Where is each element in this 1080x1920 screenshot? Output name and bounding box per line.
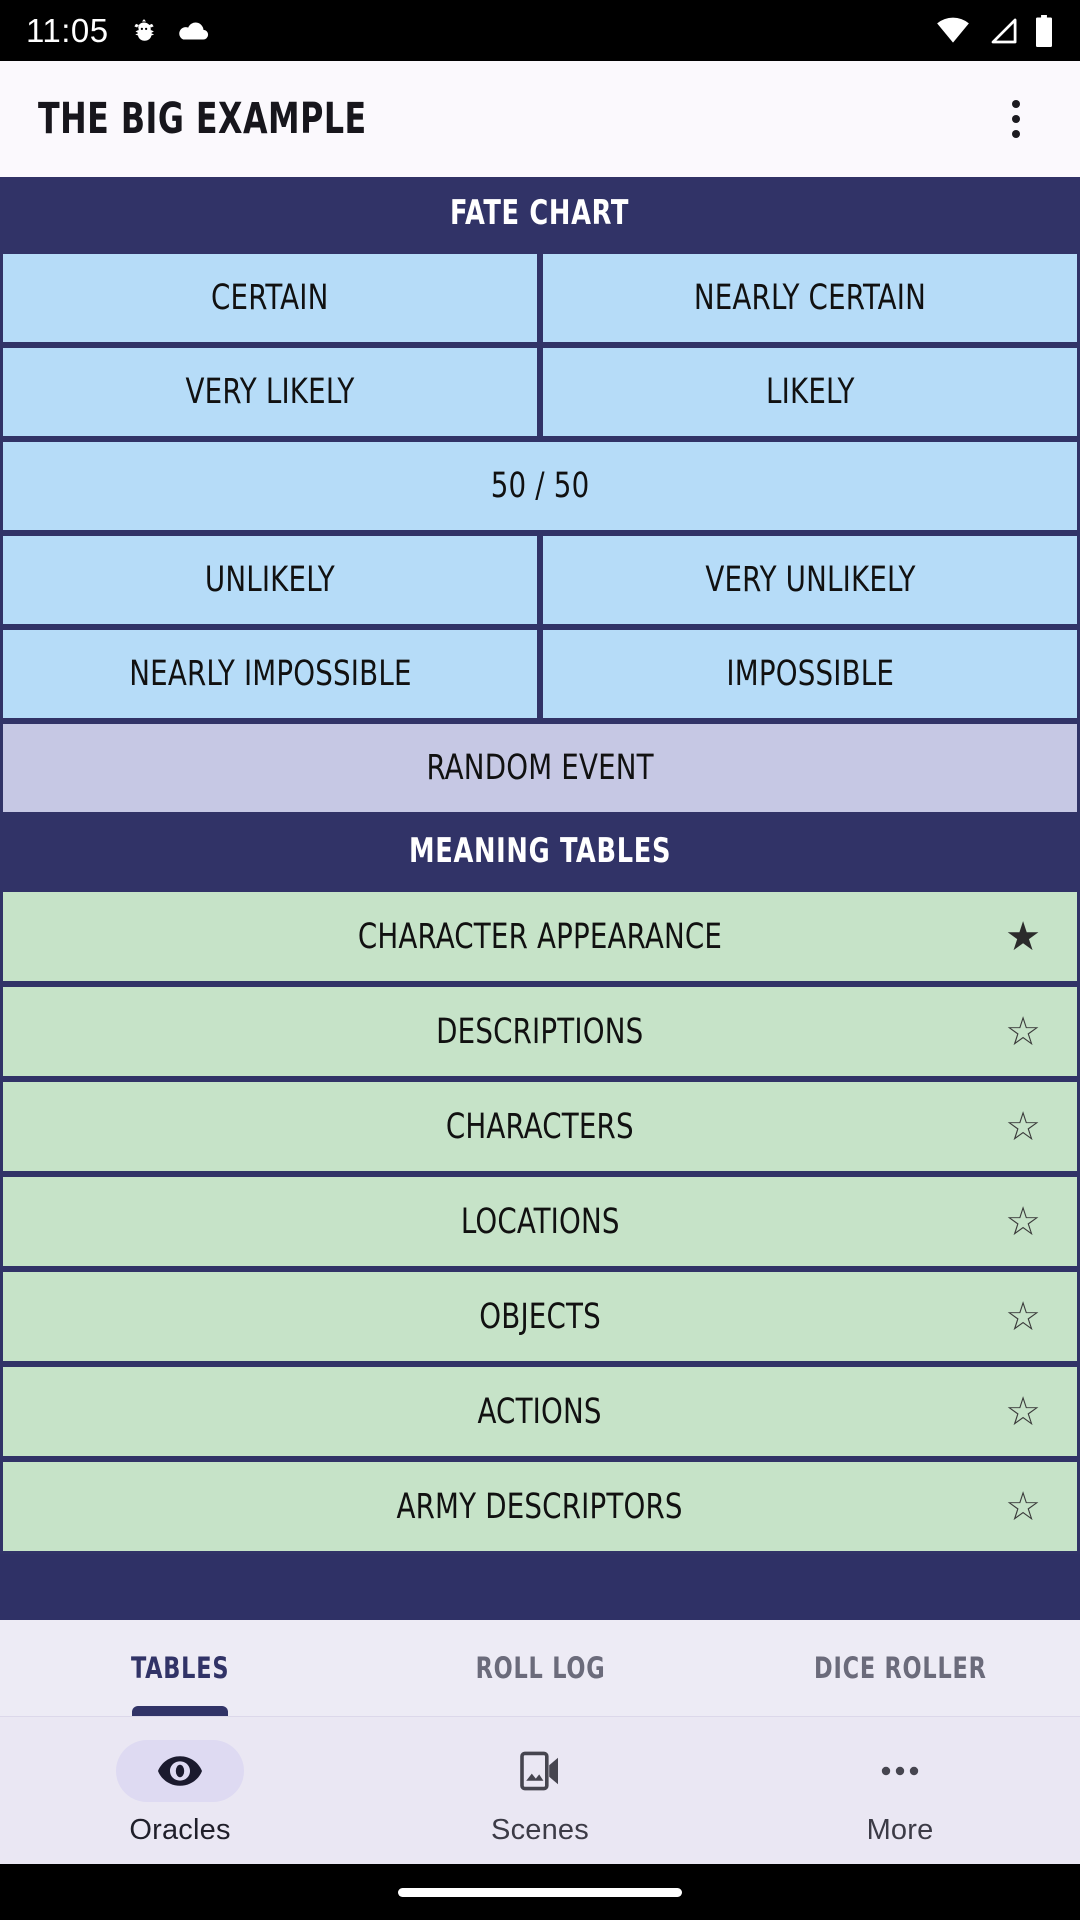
tab-dice-roller[interactable]: DICE ROLLER [720, 1620, 1080, 1716]
fate-odds-button[interactable]: VERY UNLIKELY [540, 533, 1080, 627]
more-vertical-icon[interactable] [988, 91, 1044, 147]
fate-odds-label: LIKELY [765, 372, 855, 412]
meaning-table-label: DESCRIPTIONS [436, 1011, 644, 1052]
tab-roll-log[interactable]: ROLL LOG [360, 1620, 720, 1716]
meaning-table-row[interactable]: DESCRIPTIONS ☆ [0, 984, 1080, 1079]
meaning-table-row[interactable]: CHARACTERS ☆ [0, 1079, 1080, 1174]
battery-icon [1036, 14, 1052, 47]
fate-odds-label: VERY UNLIKELY [704, 560, 916, 600]
status-bar-system-icons [936, 14, 1054, 47]
tab-label: TABLES [130, 1651, 230, 1685]
meaning-table-label: ACTIONS [477, 1391, 603, 1432]
nav-icon-slot [476, 1740, 604, 1802]
meaning-table-row[interactable]: ARMY DESCRIPTORS ☆ [0, 1459, 1080, 1554]
app-bar: THE BIG EXAMPLE [0, 61, 1080, 177]
meaning-tables-list: CHARACTER APPEARANCE ★ DESCRIPTIONS ☆ CHARAC… [0, 889, 1080, 1554]
status-bar-notification-icons [129, 16, 211, 46]
page-title: THE BIG EXAMPLE [38, 94, 367, 144]
fate-odds-label: RANDOM EVENT [426, 748, 654, 788]
meaning-table-label: LOCATIONS [460, 1201, 620, 1242]
fate-odds-label: VERY LIKELY [185, 372, 355, 412]
meaning-table-label: ARMY DESCRIPTORS [396, 1486, 684, 1527]
overflow-dot [1012, 115, 1020, 123]
meaning-table-row[interactable]: LOCATIONS ☆ [0, 1174, 1080, 1269]
tab-tables[interactable]: TABLES [0, 1620, 360, 1716]
section-tab-bar: TABLES ROLL LOG DICE ROLLER [0, 1620, 1080, 1716]
bottom-navigation-bar: Oracles Scenes More [0, 1716, 1080, 1864]
cellular-signal-icon [991, 18, 1017, 43]
tab-label: ROLL LOG [475, 1651, 605, 1685]
nav-item-label: Scenes [491, 1814, 589, 1846]
star-outline-icon[interactable]: ☆ [1005, 1392, 1041, 1432]
nav-item-oracles[interactable]: Oracles [0, 1717, 360, 1864]
fate-odds-button[interactable]: LIKELY [540, 345, 1080, 439]
random-event-button[interactable]: RANDOM EVENT [0, 721, 1080, 815]
nav-icon-slot [836, 1740, 964, 1802]
fate-odds-label: 50 / 50 [490, 466, 590, 506]
fate-chart-grid: CERTAIN NEARLY CERTAIN VERY LIKELY LIKELY 50… [0, 251, 1080, 815]
cloud-icon [178, 22, 208, 40]
nav-item-label: More [866, 1814, 934, 1846]
app-root: 11:05 THE BIG EXAMPLE FATE CHART CERTAIN… [0, 0, 1080, 1920]
active-tab-indicator [132, 1706, 228, 1716]
star-filled-icon[interactable]: ★ [1005, 917, 1041, 957]
wifi-icon [937, 17, 969, 43]
fate-odds-label: IMPOSSIBLE [726, 654, 894, 694]
video-image-icon [520, 1751, 558, 1791]
fate-odds-button[interactable]: VERY LIKELY [0, 345, 540, 439]
oracles-tables-scroll-area[interactable]: FATE CHART CERTAIN NEARLY CERTAIN VERY LIK… [0, 177, 1080, 1620]
nav-item-label: Oracles [129, 1814, 231, 1846]
meaning-table-row[interactable]: OBJECTS ☆ [0, 1269, 1080, 1364]
bug-icon [134, 18, 154, 41]
fate-chart-header-label: FATE CHART [450, 193, 630, 233]
status-bar-clock: 11:05 [26, 11, 109, 49]
fate-odds-button[interactable]: UNLIKELY [0, 533, 540, 627]
fate-odds-button[interactable]: NEARLY CERTAIN [540, 251, 1080, 345]
meaning-table-label: OBJECTS [479, 1296, 601, 1337]
nav-item-more[interactable]: More [720, 1717, 1080, 1864]
meaning-tables-header-label: MEANING TABLES [408, 831, 672, 871]
fate-odds-label: UNLIKELY [205, 560, 335, 600]
fate-odds-label: NEARLY CERTAIN [693, 278, 927, 318]
fate-odds-button[interactable]: CERTAIN [0, 251, 540, 345]
more-horizontal-icon [881, 1766, 919, 1776]
star-outline-icon[interactable]: ☆ [1005, 1202, 1041, 1242]
star-outline-icon[interactable]: ☆ [1005, 1297, 1041, 1337]
fate-odds-label: NEARLY IMPOSSIBLE [128, 654, 412, 694]
meaning-table-label: CHARACTER APPEARANCE [357, 916, 723, 957]
tab-label: DICE ROLLER [813, 1651, 987, 1685]
nav-active-pill [116, 1740, 244, 1802]
fate-odds-button[interactable]: NEARLY IMPOSSIBLE [0, 627, 540, 721]
overflow-dot [1012, 100, 1020, 108]
meaning-table-row[interactable]: CHARACTER APPEARANCE ★ [0, 889, 1080, 984]
star-outline-icon[interactable]: ☆ [1005, 1012, 1041, 1052]
eye-icon [158, 1756, 202, 1786]
meaning-table-label: CHARACTERS [446, 1106, 634, 1147]
fate-chart-header: FATE CHART [0, 177, 1080, 251]
nav-item-scenes[interactable]: Scenes [360, 1717, 720, 1864]
meaning-table-row[interactable]: ACTIONS ☆ [0, 1364, 1080, 1459]
meaning-tables-header: MEANING TABLES [0, 815, 1080, 889]
fate-odds-label: CERTAIN [211, 278, 329, 318]
gesture-handle[interactable] [398, 1887, 682, 1897]
star-outline-icon[interactable]: ☆ [1005, 1107, 1041, 1147]
system-gesture-bar [0, 1864, 1080, 1920]
fate-odds-button[interactable]: 50 / 50 [0, 439, 1080, 533]
star-outline-icon[interactable]: ☆ [1005, 1487, 1041, 1527]
overflow-dot [1012, 130, 1020, 138]
status-bar: 11:05 [0, 0, 1080, 61]
fate-odds-button[interactable]: IMPOSSIBLE [540, 627, 1080, 721]
